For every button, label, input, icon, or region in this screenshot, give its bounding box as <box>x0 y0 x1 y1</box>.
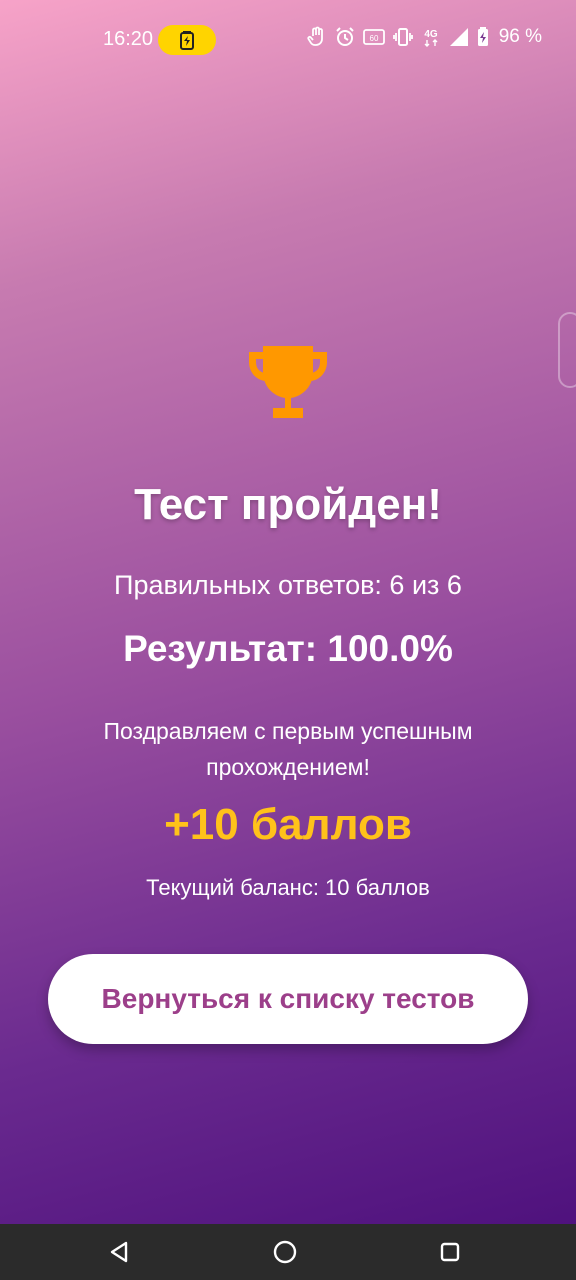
back-to-tests-button[interactable]: Вернуться к списку тестов <box>48 954 528 1044</box>
hand-icon <box>307 26 327 48</box>
hd-voice-icon: 60 <box>362 26 385 48</box>
status-time: 16:20 <box>103 28 154 50</box>
status-bar: 16:20 60 4G 96 % <box>0 0 576 80</box>
alarm-icon <box>335 26 355 48</box>
status-icons: 60 4G 96 % <box>307 26 542 48</box>
svg-text:4G: 4G <box>424 29 438 40</box>
page-title: Тест пройден! <box>134 480 442 529</box>
result-percentage: Результат: 100.0% <box>123 628 453 669</box>
system-nav-bar <box>0 1224 576 1280</box>
correct-answers-text: Правильных ответов: 6 из 6 <box>114 570 462 600</box>
signal-icon <box>449 26 469 48</box>
current-balance: Текущий баланс: 10 баллов <box>146 875 430 900</box>
battery-percent: 96 % <box>498 26 542 47</box>
svg-text:60: 60 <box>369 34 378 43</box>
vibrate-icon <box>392 26 413 48</box>
trophy-icon <box>243 338 333 428</box>
4g-icon: 4G <box>421 26 441 48</box>
home-icon[interactable] <box>269 1236 301 1268</box>
recents-icon[interactable] <box>434 1236 466 1268</box>
edge-panel-handle[interactable] <box>558 312 576 388</box>
back-icon[interactable] <box>103 1236 135 1268</box>
battery-icon <box>477 26 489 48</box>
congratulations-message: Поздравляем с первым успешным прохождени… <box>103 718 473 780</box>
points-awarded: +10 баллов <box>164 800 412 849</box>
battery-saver-icon <box>158 25 216 55</box>
